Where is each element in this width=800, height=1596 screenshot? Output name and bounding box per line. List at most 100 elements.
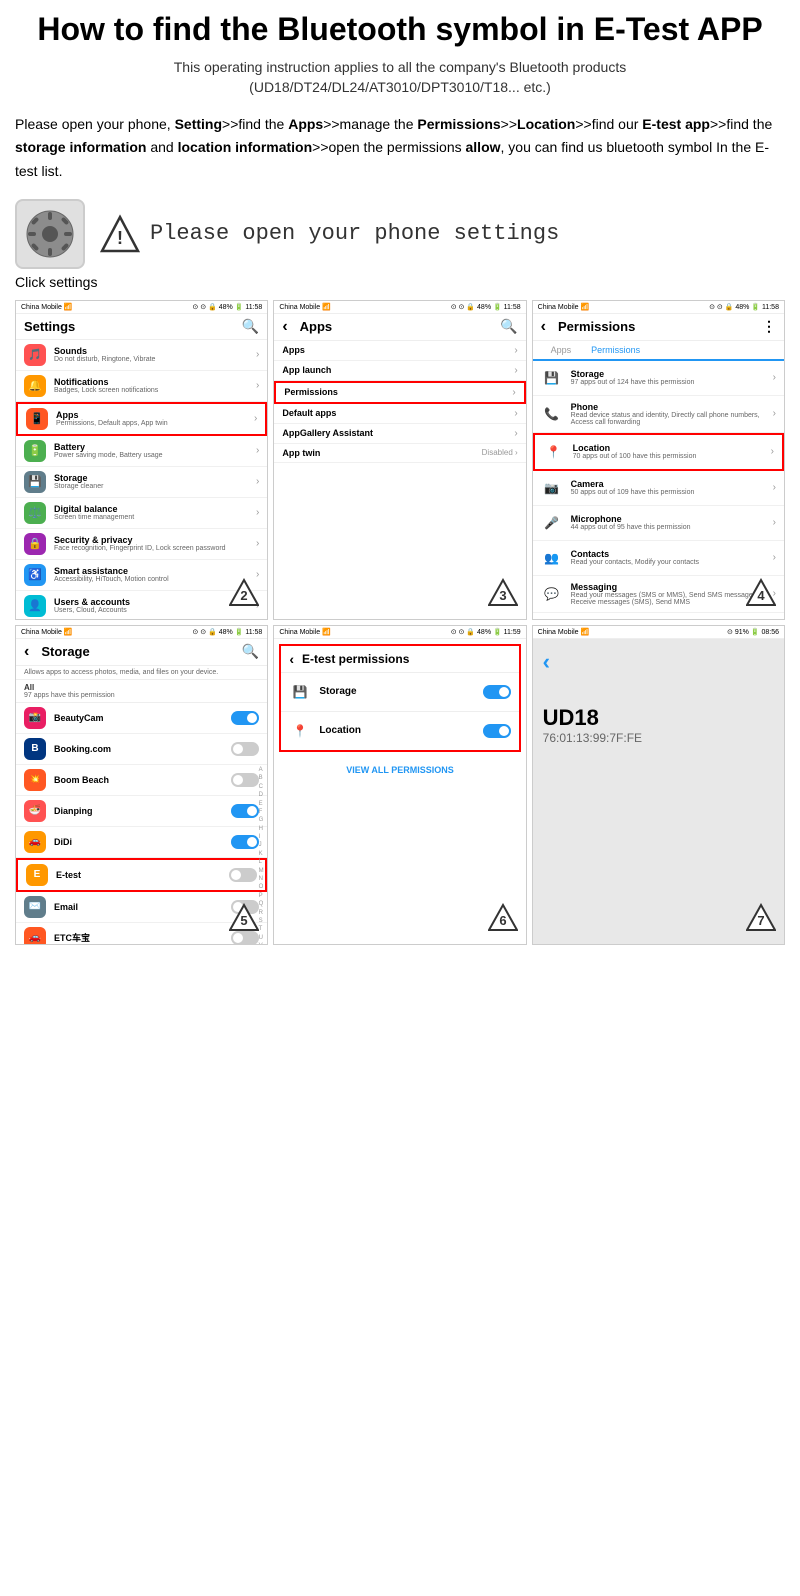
etest-storage-item[interactable]: E E-test bbox=[16, 858, 267, 892]
step1-header: ! Please open your phone settings bbox=[15, 199, 785, 269]
view-all-permissions-btn[interactable]: VIEW ALL PERMISSIONS bbox=[274, 757, 525, 783]
storage-icon-5: 💾 bbox=[289, 681, 311, 703]
booking-toggle[interactable] bbox=[231, 742, 259, 756]
calllogs-perm[interactable]: 📋 Call logs Read call log, Modify call l… bbox=[533, 613, 784, 620]
security-icon: 🔒 bbox=[24, 533, 46, 555]
dianping-toggle[interactable] bbox=[231, 804, 259, 818]
screen6-device: China Mobile 📶 ⊙ 91% 🔋 08:56 ‹ UD18 76:0… bbox=[532, 625, 785, 945]
etest-perm-box: ‹ E-test permissions 💾 Storage 📍 Locatio… bbox=[279, 644, 520, 752]
step-num-5: 6 bbox=[488, 903, 518, 936]
boombeach-label: Boom Beach bbox=[54, 775, 231, 785]
tab-apps[interactable]: Apps bbox=[541, 341, 582, 359]
settings-app-icon bbox=[15, 199, 85, 269]
carrier-1: China Mobile 📶 bbox=[21, 303, 73, 311]
tab-permissions[interactable]: Permissions bbox=[581, 341, 650, 361]
alpha-index: ABCDEFGHIJKLMNOPQRSTUVWXYZ bbox=[259, 766, 265, 945]
notifications-item[interactable]: 🔔 Notifications Badges, Lock screen noti… bbox=[16, 371, 267, 402]
svg-text:!: ! bbox=[117, 228, 123, 248]
back-arrow-6[interactable]: ‹ bbox=[543, 649, 774, 675]
click-settings-label: Click settings bbox=[15, 274, 785, 290]
mic-perm-icon: 🎤 bbox=[541, 512, 563, 534]
etest-toggle[interactable] bbox=[229, 868, 257, 882]
digital-balance-item[interactable]: ⚖️ Digital balance Screen time managemen… bbox=[16, 498, 267, 529]
appgallery-item[interactable]: AppGallery Assistant › bbox=[274, 424, 525, 444]
didi-item[interactable]: 🚗 DiDi bbox=[16, 827, 267, 858]
storage-perm-icon: 💾 bbox=[541, 367, 563, 389]
contacts-perm[interactable]: 👥 Contacts Read your contacts, Modify yo… bbox=[533, 541, 784, 576]
step-num-1: 2 bbox=[229, 578, 259, 611]
boombeach-toggle[interactable] bbox=[231, 773, 259, 787]
etest-icon: E bbox=[26, 864, 48, 886]
location-perm[interactable]: 📍 Location 70 apps out of 100 have this … bbox=[533, 433, 784, 471]
screen4-storage: China Mobile 📶 ⊙ ⊙ 🔒 48% 🔋 11:58 ‹ Stora… bbox=[15, 625, 268, 945]
battery-item[interactable]: 🔋 Battery Power saving mode, Battery usa… bbox=[16, 436, 267, 467]
apps-screen-title: Apps bbox=[300, 319, 333, 334]
beautycam-item[interactable]: 📸 BeautyCam bbox=[16, 703, 267, 734]
back-arrow-5[interactable]: ‹ bbox=[289, 651, 294, 667]
status-bar-5: China Mobile 📶 ⊙ ⊙ 🔒 48% 🔋 11:59 bbox=[274, 626, 525, 639]
instructions: Please open your phone, Setting>>find th… bbox=[15, 113, 785, 184]
app-launch-item[interactable]: App launch › bbox=[274, 361, 525, 381]
calllogs-perm-icon: 📋 bbox=[541, 619, 563, 620]
dianping-item[interactable]: 🍜 Dianping bbox=[16, 796, 267, 827]
apps-label: Apps bbox=[56, 410, 254, 420]
permissions-item[interactable]: Permissions › bbox=[274, 381, 525, 404]
more-options-icon[interactable]: ⋮ bbox=[762, 318, 776, 335]
etc-icon: 🚗 bbox=[24, 927, 46, 945]
apps-item[interactable]: 📱 Apps Permissions, Default apps, App tw… bbox=[16, 402, 267, 436]
location-perm-toggle[interactable] bbox=[483, 724, 511, 738]
boombeach-item[interactable]: 💥 Boom Beach bbox=[16, 765, 267, 796]
svg-text:2: 2 bbox=[241, 588, 248, 603]
time-3: ⊙ ⊙ 🔒 48% 🔋 11:58 bbox=[709, 303, 779, 311]
time-4: ⊙ ⊙ 🔒 48% 🔋 11:58 bbox=[192, 628, 262, 636]
storage-perm-toggle[interactable] bbox=[483, 685, 511, 699]
search-icon[interactable]: 🔍 bbox=[242, 318, 259, 335]
app-twin-item[interactable]: App twin Disabled › bbox=[274, 444, 525, 463]
subtitle: This operating instruction applies to al… bbox=[15, 58, 785, 97]
app-twin-value: Disabled › bbox=[482, 448, 518, 457]
step1-label: Please open your phone settings bbox=[150, 221, 559, 246]
location-toggle-row[interactable]: 📍 Location bbox=[281, 712, 518, 750]
time-2: ⊙ ⊙ 🔒 48% 🔋 11:58 bbox=[451, 303, 521, 311]
security-item[interactable]: 🔒 Security & privacy Face recognition, F… bbox=[16, 529, 267, 560]
carrier-5: China Mobile 📶 bbox=[279, 628, 331, 636]
phone-perm-icon: 📞 bbox=[541, 403, 563, 425]
users-icon: 👤 bbox=[24, 595, 46, 617]
back-arrow-icon-3[interactable]: ‹ bbox=[541, 318, 546, 336]
mic-perm[interactable]: 🎤 Microphone 44 apps out of 95 have this… bbox=[533, 506, 784, 541]
booking-item[interactable]: B Booking.com bbox=[16, 734, 267, 765]
screen2-apps: China Mobile 📶 ⊙ ⊙ 🔒 48% 🔋 11:58 ‹ Apps … bbox=[273, 300, 526, 620]
apps-subitem[interactable]: Apps › bbox=[274, 341, 525, 361]
search-icon-2[interactable]: 🔍 bbox=[500, 318, 517, 335]
back-arrow-icon[interactable]: ‹ bbox=[282, 318, 287, 336]
default-apps-item[interactable]: Default apps › bbox=[274, 404, 525, 424]
device-name: UD18 bbox=[543, 705, 774, 731]
svg-text:4: 4 bbox=[757, 588, 765, 603]
back-arrow-4[interactable]: ‹ bbox=[24, 643, 29, 661]
phone-perm[interactable]: 📞 Phone Read device status and identity,… bbox=[533, 396, 784, 433]
camera-perm[interactable]: 📷 Camera 50 apps out of 109 have this pe… bbox=[533, 471, 784, 506]
storage-perm[interactable]: 💾 Storage 97 apps out of 124 have this p… bbox=[533, 361, 784, 396]
storage-perm-label: Storage bbox=[319, 686, 482, 697]
storage-toggle-row[interactable]: 💾 Storage bbox=[281, 673, 518, 712]
storage-header: ‹ Storage 🔍 bbox=[16, 639, 267, 666]
etest-perm-header: ‹ E-test permissions bbox=[281, 646, 518, 673]
sounds-icon: 🎵 bbox=[24, 344, 46, 366]
status-bar-3: China Mobile 📶 ⊙ ⊙ 🔒 48% 🔋 11:58 bbox=[533, 301, 784, 314]
camera-perm-icon: 📷 bbox=[541, 477, 563, 499]
beautycam-toggle[interactable] bbox=[231, 711, 259, 725]
sounds-item[interactable]: 🎵 Sounds Do not disturb, Ringtone, Vibra… bbox=[16, 340, 267, 371]
status-bar-4: China Mobile 📶 ⊙ ⊙ 🔒 48% 🔋 11:58 bbox=[16, 626, 267, 639]
time-6: ⊙ 91% 🔋 08:56 bbox=[727, 628, 779, 636]
search-icon-4[interactable]: 🔍 bbox=[242, 643, 259, 660]
permissions-title: Permissions bbox=[558, 319, 635, 334]
carrier-3: China Mobile 📶 bbox=[538, 303, 590, 311]
carrier-2: China Mobile 📶 bbox=[279, 303, 331, 311]
didi-toggle[interactable] bbox=[231, 835, 259, 849]
device-mac: 76:01:13:99:7F:FE bbox=[543, 731, 774, 745]
main-title: How to find the Bluetooth symbol in E-Te… bbox=[15, 10, 785, 48]
beautycam-icon: 📸 bbox=[24, 707, 46, 729]
storage-item[interactable]: 💾 Storage Storage cleaner › bbox=[16, 467, 267, 498]
location-perm-label: Location bbox=[319, 725, 482, 736]
booking-icon: B bbox=[24, 738, 46, 760]
